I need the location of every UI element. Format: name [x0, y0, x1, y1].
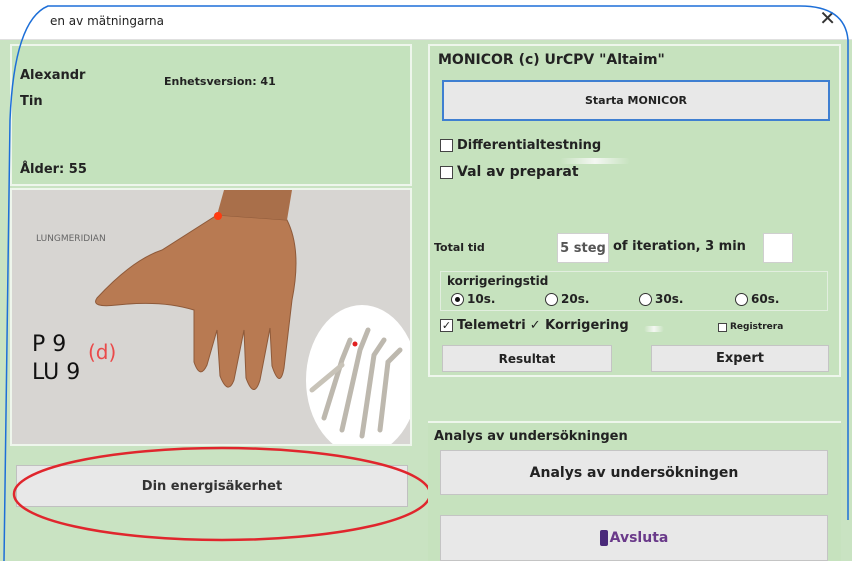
- correction-check-label: ✓ Korrigering: [529, 318, 629, 333]
- total-time-label: Total tid: [434, 241, 485, 254]
- radio-indicator[interactable]: [639, 292, 652, 306]
- telemetry-label: Telemetri: [457, 318, 526, 333]
- measurement-window: en av mätningarna ✕ Alexandr Tin Enhetsv…: [0, 0, 852, 561]
- radio-label-30s: 30s.: [655, 292, 684, 306]
- start-monicor-button[interactable]: Starta MONICOR: [442, 80, 830, 121]
- radio-10s[interactable]: 10s.: [451, 292, 495, 306]
- right-panel: MONICOR (c) UrCPV "Altaim" Starta MONICO…: [428, 44, 841, 561]
- preparation-checkbox[interactable]: Val av preparat: [440, 164, 579, 180]
- analysis-group: Analys av undersökningen Analys av under…: [428, 421, 841, 561]
- register-checkbox-box[interactable]: [718, 322, 727, 332]
- differential-testing-checkbox[interactable]: Differentialtestning: [440, 138, 601, 153]
- correction-time-group: korrigeringstid 10s. 20s. 30s. 60s.: [440, 271, 828, 311]
- iteration-field[interactable]: [763, 233, 793, 263]
- differential-checkbox-box[interactable]: [440, 139, 453, 152]
- hand-illustration: [95, 190, 410, 444]
- patient-first-name: Alexandr: [20, 68, 86, 83]
- preparation-label: Val av preparat: [457, 164, 579, 180]
- radio-label-60s: 60s.: [751, 292, 780, 306]
- expert-button[interactable]: Expert: [651, 345, 829, 372]
- exit-icon: [599, 530, 608, 546]
- radio-60s[interactable]: 60s.: [735, 292, 779, 306]
- title-bar: en av mätningarna ✕: [0, 0, 852, 40]
- radio-indicator[interactable]: [451, 292, 464, 306]
- radio-label-20s: 20s.: [561, 292, 590, 306]
- steps-field[interactable]: 5 steg: [557, 233, 609, 263]
- divider-line: [644, 326, 664, 332]
- point-side-indicator: (d): [88, 340, 117, 364]
- patient-last-name: Tin: [20, 94, 43, 109]
- exit-label: Avsluta: [609, 530, 669, 546]
- correction-time-label: korrigeringstid: [447, 274, 549, 288]
- differential-label: Differentialtestning: [457, 138, 602, 153]
- preparation-checkbox-box[interactable]: [440, 165, 453, 179]
- close-icon[interactable]: ✕: [819, 8, 836, 28]
- telemetry-checkbox[interactable]: ✓ Telemetri ✓ Korrigering: [440, 318, 629, 333]
- patient-age: Ålder: 55: [20, 162, 87, 177]
- left-panel: Alexandr Tin Enhetsversion: 41 Ålder: 55…: [10, 44, 430, 561]
- energy-security-button[interactable]: Din energisäkerhet: [16, 465, 408, 507]
- device-version: Enhetsversion: 41: [164, 75, 276, 88]
- result-button[interactable]: Resultat: [442, 345, 612, 372]
- radio-20s[interactable]: 20s.: [545, 292, 589, 306]
- analysis-group-label: Analys av undersökningen: [434, 429, 628, 444]
- register-checkbox[interactable]: Registrera: [718, 322, 783, 332]
- iteration-label: of iteration, 3 min: [613, 239, 746, 254]
- meridian-label: LUNGMERIDIAN: [36, 234, 106, 244]
- radio-indicator[interactable]: [735, 292, 748, 306]
- patient-info-box: Alexandr Tin Enhetsversion: 41 Ålder: 55: [10, 44, 412, 186]
- acupoint-image: LUNGMERIDIAN P 9 LU 9 (d): [10, 188, 412, 446]
- register-label: Registrera: [730, 322, 784, 332]
- analysis-button[interactable]: Analys av undersökningen: [440, 450, 828, 495]
- exit-button[interactable]: Avsluta: [440, 515, 828, 561]
- point-code-secondary: LU 9: [32, 360, 81, 385]
- telemetry-checkbox-box[interactable]: ✓: [440, 319, 453, 332]
- monicor-group: MONICOR (c) UrCPV "Altaim" Starta MONICO…: [428, 44, 841, 377]
- acupoint-marker: [214, 212, 222, 220]
- point-code-primary: P 9: [32, 332, 67, 357]
- window-title: en av mätningarna: [50, 14, 165, 28]
- radio-30s[interactable]: 30s.: [639, 292, 683, 306]
- app-title: MONICOR (c) UrCPV "Altaim": [438, 52, 665, 68]
- radio-label-10s: 10s.: [467, 292, 496, 306]
- radio-indicator[interactable]: [545, 292, 558, 306]
